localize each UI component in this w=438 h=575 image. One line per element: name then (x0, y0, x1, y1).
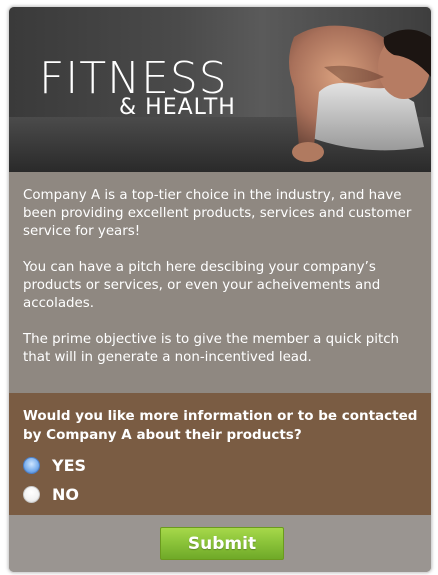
no-label: NO (52, 485, 79, 504)
yes-label: YES (52, 456, 87, 475)
pitch-text: Company A is a top-tier choice in the in… (23, 187, 418, 385)
lead-card: FITNESS & HEALTH Company A is a top-tier… (8, 6, 432, 573)
submit-area: Submit (9, 515, 431, 572)
man-doing-pushup-photo (289, 25, 431, 162)
pitch-paragraph-2: You can have a pitch here descibing your… (23, 260, 381, 311)
no-radio-button[interactable] (23, 486, 40, 503)
pitch-paragraph-3: The prime objective is to give the membe… (23, 332, 400, 365)
option-yes[interactable]: YES (23, 456, 86, 475)
option-no[interactable]: NO (23, 485, 79, 504)
yes-radio-button[interactable] (23, 457, 40, 474)
question-panel: Would you like more information or to be… (9, 393, 431, 515)
hero-banner: FITNESS & HEALTH (9, 7, 431, 172)
submit-button[interactable]: Submit (160, 527, 284, 560)
logo-health-text: & HEALTH (119, 95, 236, 120)
pitch-paragraph-1: Company A is a top-tier choice in the in… (23, 188, 412, 239)
contact-question: Would you like more information or to be… (23, 408, 418, 443)
